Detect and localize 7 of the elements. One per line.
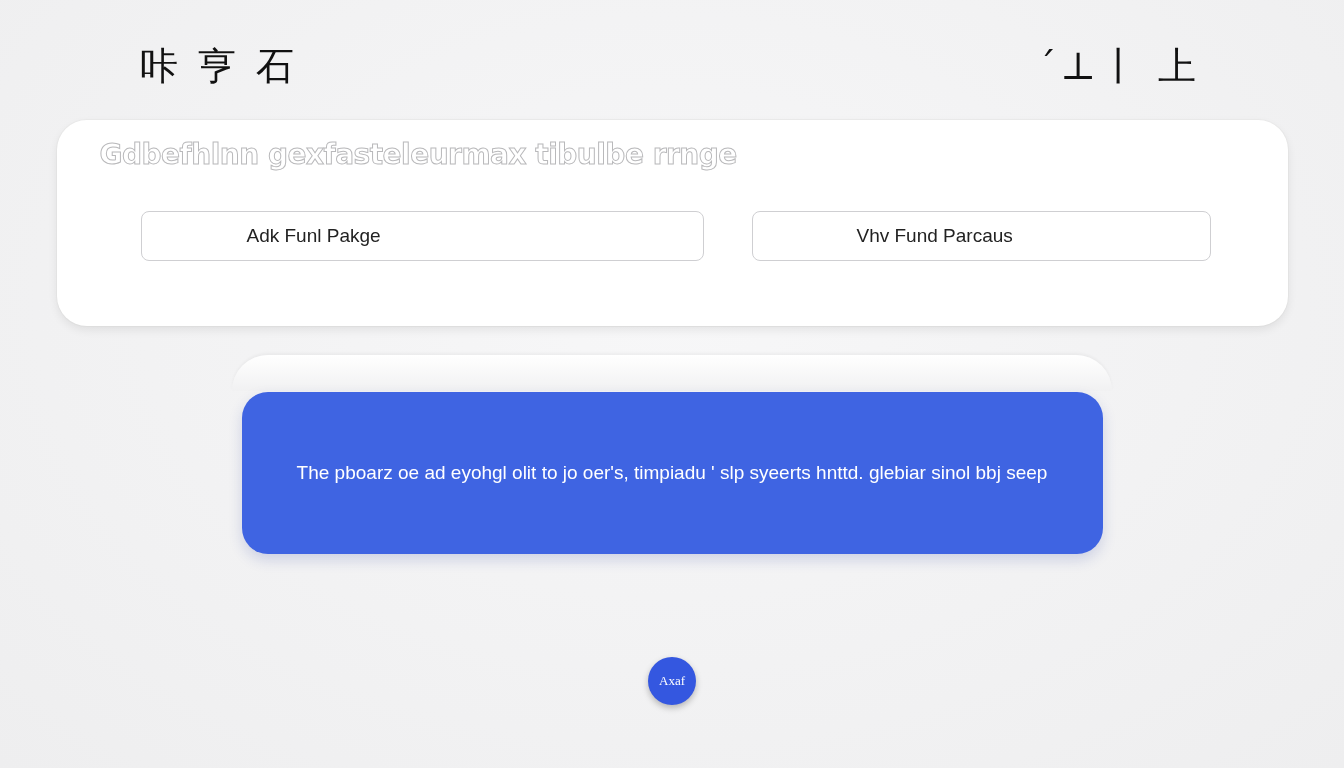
header-text: ˊ⊥丨 上	[1037, 42, 1200, 90]
round-button[interactable]: Axaf	[648, 657, 696, 705]
action-button[interactable]: Vhv Fund Parcaus	[751, 211, 1211, 261]
banner-text: The pboarz oe ad eyohgl olit to jo oer's, timpiadu ' slp syeerts hnttd. glebiar sinol bbj seep	[296, 462, 1048, 484]
action-button[interactable]: Adk Funl Pakge	[140, 211, 704, 261]
page-title: 咔 亨 石	[140, 42, 299, 90]
card-heading: Gdbefhlnn gexfasteleurmax tibulbe rrnge	[99, 138, 737, 171]
